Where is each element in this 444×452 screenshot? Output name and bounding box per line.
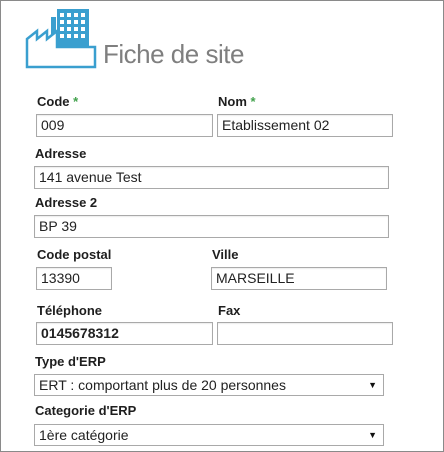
- required-mark: *: [73, 94, 79, 109]
- nom-field[interactable]: Etablissement 02: [217, 114, 393, 137]
- code-label: Code *: [37, 94, 79, 109]
- code-postal-field[interactable]: 13390: [36, 267, 112, 290]
- dropdown-arrow-icon[interactable]: ▼: [368, 425, 377, 445]
- ville-label: Ville: [212, 247, 239, 262]
- nom-label: Nom *: [218, 94, 256, 109]
- code-postal-label: Code postal: [37, 247, 112, 262]
- ville-field[interactable]: MARSEILLE: [211, 267, 387, 290]
- type-erp-select[interactable]: ERT : comportant plus de 20 personnes ▼: [34, 374, 384, 396]
- site-form-panel: Fiche de site Code * 009 Nom * Etablisse…: [0, 0, 444, 452]
- dropdown-arrow-icon[interactable]: ▼: [368, 375, 377, 395]
- factory-icon: [23, 7, 101, 69]
- required-mark: *: [250, 94, 256, 109]
- fax-label: Fax: [218, 303, 241, 318]
- adresse-label: Adresse: [35, 146, 87, 161]
- adresse2-label: Adresse 2: [35, 195, 98, 210]
- code-field[interactable]: 009: [36, 114, 213, 137]
- type-erp-label: Type d'ERP: [35, 354, 106, 369]
- adresse-field[interactable]: 141 avenue Test: [34, 166, 389, 189]
- categorie-erp-selected: 1ère catégorie: [39, 427, 129, 443]
- page-header: Fiche de site: [23, 7, 244, 69]
- adresse2-field[interactable]: BP 39: [34, 215, 389, 238]
- fax-field[interactable]: [217, 322, 393, 345]
- page-title: Fiche de site: [103, 39, 244, 69]
- telephone-label: Téléphone: [37, 303, 103, 318]
- categorie-erp-label: Categorie d'ERP: [35, 403, 137, 418]
- telephone-field[interactable]: 0145678312: [36, 322, 213, 345]
- type-erp-selected: ERT : comportant plus de 20 personnes: [39, 377, 286, 393]
- categorie-erp-select[interactable]: 1ère catégorie ▼: [34, 424, 384, 446]
